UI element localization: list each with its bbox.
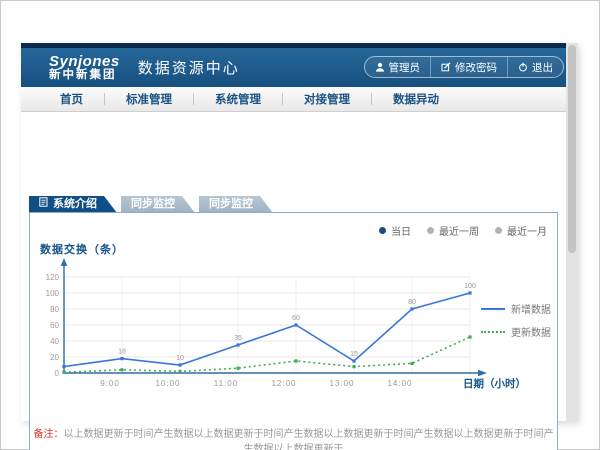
svg-text:80: 80 [408,299,416,306]
radio-icon [495,227,502,234]
legend-label: 新增数据 [511,301,551,316]
company-logo[interactable]: Synjones 新中新集团 [49,54,120,82]
svg-text:15: 15 [350,351,358,358]
line-chart: 0 20 40 60 80 100 120 9:00 10:00 11:00 12:00 13:00 1… [30,258,530,398]
document-icon [39,196,48,213]
svg-text:60: 60 [50,321,59,330]
svg-text:120: 120 [46,273,60,282]
svg-text:80: 80 [50,305,59,314]
svg-text:40: 40 [50,337,59,346]
filter-last-week[interactable]: 最近一周 [427,223,479,238]
tab-sync-monitor-2[interactable]: 同步监控 [199,196,273,213]
svg-text:14:00: 14:00 [387,379,412,388]
app-window: Synjones 新中新集团 数据资源中心 管理员 修改密码 [21,43,578,421]
time-range-filters: 当日 最近一周 最近一月 [379,223,547,238]
chart-legend: 新增数据 更新数据 [481,301,551,347]
radio-icon [427,227,434,234]
filter-label: 当日 [391,223,411,238]
svg-text:0: 0 [55,369,60,378]
svg-text:10: 10 [176,355,184,362]
svg-text:13:00: 13:00 [329,379,354,388]
svg-text:100: 100 [464,283,476,290]
tab-label: 同步监控 [131,196,175,213]
main-nav: 首页 标准管理 系统管理 对接管理 数据异动 [21,87,578,112]
window-scrollbar[interactable] [566,43,578,421]
tab-label: 同步监控 [209,196,253,213]
svg-text:100: 100 [46,289,60,298]
change-password-label: 修改密码 [455,60,497,75]
solid-line-icon [481,308,505,310]
footnote-prefix: 备注： [34,429,64,440]
filter-label: 最近一周 [439,223,479,238]
page: Synjones 新中新集团 数据资源中心 管理员 修改密码 [0,0,600,450]
user-label: 管理员 [389,60,421,75]
user-button[interactable]: 管理员 [365,57,431,77]
nav-item-connect-mgmt[interactable]: 对接管理 [283,91,371,107]
change-password-button[interactable]: 修改密码 [430,57,507,77]
dotted-line-icon [481,331,505,333]
svg-text:11:00: 11:00 [214,379,238,388]
legend-item-new-data[interactable]: 新增数据 [481,301,551,316]
svg-text:60: 60 [292,315,300,322]
footnote: 备注：以上数据更新于时间产生数据以上数据更新于时间产生数据以上数据更新于时间产生… [30,425,557,450]
page-title: 数据资源中心 [138,57,240,78]
user-menu: 管理员 修改密码 退出 [364,56,565,78]
legend-item-updated-data[interactable]: 更新数据 [481,324,551,339]
svg-text:10:00: 10:00 [155,379,180,388]
svg-text:20: 20 [50,353,59,362]
filter-last-month[interactable]: 最近一月 [495,223,547,238]
edit-icon [441,62,451,72]
nav-item-data-change[interactable]: 数据异动 [372,91,460,107]
svg-text:18: 18 [118,349,126,356]
y-axis-title: 数据交换（条） [40,241,124,257]
filter-label: 最近一月 [507,223,547,238]
tab-sync-monitor-1[interactable]: 同步监控 [121,196,195,213]
user-icon [375,62,385,72]
content-area: 系统介绍 同步监控 同步监控 当日 最近一周 [21,112,578,421]
tab-label: 系统介绍 [53,196,97,213]
logout-button[interactable]: 退出 [507,57,563,77]
power-icon [518,62,528,72]
logout-label: 退出 [532,60,553,75]
tab-system-intro[interactable]: 系统介绍 [29,196,117,213]
nav-item-home[interactable]: 首页 [39,91,104,107]
nav-item-standard-mgmt[interactable]: 标准管理 [105,91,193,107]
chart-panel: 当日 最近一周 最近一月 数据交换（条） 0 20 40 60 80 100 120 9:00… [29,212,558,450]
footnote-text: 以上数据更新于时间产生数据以上数据更新于时间产生数据以上数据更新于时间产生数据以… [64,429,554,450]
nav-item-system-mgmt[interactable]: 系统管理 [194,91,282,107]
svg-text:12:00: 12:00 [271,379,296,388]
radio-selected-icon [379,227,386,234]
scrollbar-thumb[interactable] [568,45,576,253]
svg-text:9:00: 9:00 [100,379,120,388]
svg-text:35: 35 [234,335,242,342]
chart-svg: 0 20 40 60 80 100 120 9:00 10:00 11:00 12:00 13:00 1… [30,258,530,398]
filter-today[interactable]: 当日 [379,223,411,238]
logo-text-en: Synjones [49,54,120,70]
tab-bar: 系统介绍 同步监控 同步监控 [29,196,277,213]
legend-label: 更新数据 [511,324,551,339]
logo-text-cn: 新中新集团 [49,69,120,81]
app-header: Synjones 新中新集团 数据资源中心 管理员 修改密码 [21,48,578,87]
svg-text:日期（小时）: 日期（小时） [463,377,526,390]
